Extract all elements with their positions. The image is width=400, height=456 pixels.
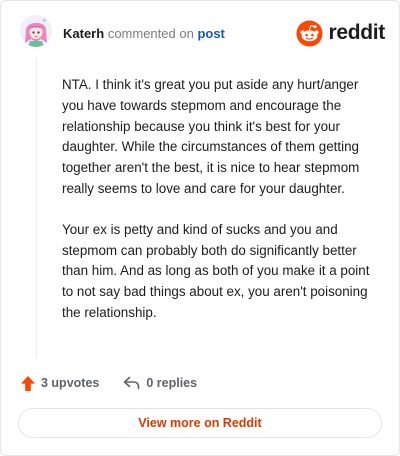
action-text: commented on (107, 26, 194, 41)
reply-button[interactable]: 0 replies (123, 376, 197, 390)
comment-paragraph: NTA. I think it's great you put aside an… (62, 77, 360, 196)
upvote-button[interactable]: 3 upvotes (20, 375, 99, 392)
view-more-button[interactable]: View more on Reddit (18, 408, 382, 438)
reddit-wordmark: reddit (328, 21, 385, 44)
user-avatar[interactable] (20, 15, 52, 47)
thread-line (36, 58, 37, 358)
upvote-arrow-icon (21, 375, 35, 391)
comment-actions: 3 upvotes 0 replies (20, 372, 197, 394)
comment-header: Katerh commented on post reddit (20, 15, 385, 51)
reddit-brand[interactable]: reddit (296, 19, 385, 47)
reply-arrow-icon (124, 376, 140, 390)
upvote-count: 3 upvotes (41, 376, 100, 390)
reddit-logo-icon (296, 19, 323, 47)
comment-paragraph: Your ex is petty and kind of sucks and y… (62, 221, 370, 320)
avatar-anime-girl-icon (20, 15, 52, 47)
comment-card: Katerh commented on post reddit NTA. I t… (0, 0, 400, 456)
comment-body: NTA. I think it's great you put aside an… (62, 75, 380, 344)
reply-count: 0 replies (146, 376, 198, 390)
comment-byline: Katerh commented on post (63, 26, 225, 41)
post-link[interactable]: post (197, 26, 224, 41)
author-name[interactable]: Katerh (63, 26, 104, 41)
